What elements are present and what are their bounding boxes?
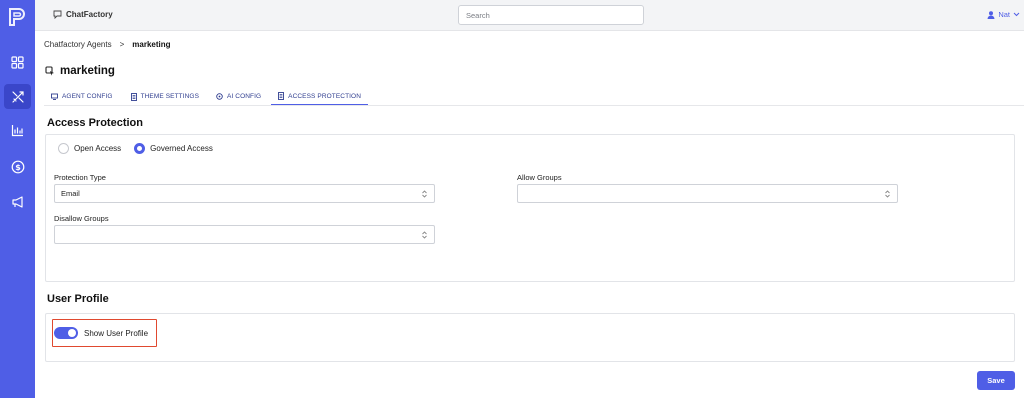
allow-groups-label: Allow Groups: [517, 173, 562, 182]
sidebar-item-analytics[interactable]: [4, 118, 31, 143]
tab-label: THEME SETTINGS: [140, 93, 200, 100]
protection-type-label: Protection Type: [54, 173, 106, 182]
open-access-radio[interactable]: [58, 143, 69, 154]
analytics-chart-icon: [11, 125, 23, 137]
tab-theme-settings[interactable]: THEME SETTINGS: [124, 88, 206, 105]
disallow-groups-select[interactable]: [54, 225, 435, 244]
tabs: AGENT CONFIG THEME SETTINGS AI CONFIG AC…: [44, 88, 369, 105]
protection-type-select[interactable]: Email: [54, 184, 435, 203]
access-protection-heading: Access Protection: [47, 117, 143, 129]
sidebar: $: [0, 0, 35, 398]
user-profile-heading: User Profile: [47, 293, 109, 305]
toggle-knob: [68, 329, 76, 337]
top-bar: ChatFactory Nat: [35, 0, 1024, 31]
show-user-profile-highlight: Show User Profile: [52, 319, 157, 347]
tab-label: AI CONFIG: [227, 93, 262, 100]
chevron-down-icon: [1013, 12, 1020, 17]
select-chevron-icon: [885, 190, 890, 198]
tab-agent-config[interactable]: AGENT CONFIG: [44, 88, 120, 105]
tabs-divider: [44, 105, 1024, 106]
allow-groups-select[interactable]: [517, 184, 898, 203]
user-profile-panel: [45, 313, 1015, 362]
sidebar-item-agents[interactable]: [4, 84, 31, 109]
breadcrumb-separator: >: [119, 40, 125, 49]
show-user-profile-toggle[interactable]: [54, 327, 78, 339]
agent-copy-icon: [45, 66, 54, 76]
show-user-profile-label: Show User Profile: [84, 328, 149, 338]
app-logo-icon[interactable]: [8, 7, 26, 27]
protection-type-value: Email: [61, 189, 80, 198]
breadcrumb-parent[interactable]: Chatfactory Agents: [44, 40, 112, 49]
access-protection-panel: Open Access Governed Access Protection T…: [45, 134, 1015, 282]
select-chevron-icon: [422, 190, 427, 198]
brand: ChatFactory: [53, 10, 113, 19]
user-icon: [987, 10, 995, 19]
megaphone-icon: [11, 195, 23, 208]
tab-label: ACCESS PROTECTION: [288, 92, 362, 100]
select-chevron-icon: [422, 231, 427, 239]
open-access-label[interactable]: Open Access: [74, 144, 121, 153]
user-menu[interactable]: Nat: [987, 10, 1020, 19]
billing-dollar-icon: $: [11, 160, 24, 173]
user-name: Nat: [998, 10, 1010, 19]
sidebar-item-billing[interactable]: $: [4, 154, 31, 179]
document-icon: [130, 92, 137, 101]
page-title: marketing: [45, 65, 115, 77]
svg-text:$: $: [15, 163, 21, 172]
page-title-text: marketing: [60, 65, 115, 77]
tab-label: AGENT CONFIG: [62, 93, 113, 100]
chat-bubble-icon: [53, 10, 62, 19]
tab-access-protection[interactable]: ACCESS PROTECTION: [271, 88, 369, 105]
sidebar-item-campaigns[interactable]: [4, 189, 31, 214]
search-input[interactable]: [458, 5, 644, 25]
monitor-icon: [51, 93, 58, 100]
document-icon: [278, 92, 285, 100]
breadcrumb: Chatfactory Agents > marketing: [44, 40, 171, 49]
agents-tools-icon: [11, 90, 24, 103]
governed-access-label[interactable]: Governed Access: [150, 144, 213, 153]
dashboard-grid-icon: [11, 56, 24, 69]
save-button[interactable]: Save: [977, 371, 1015, 390]
tab-ai-config[interactable]: AI CONFIG: [209, 88, 268, 105]
governed-access-radio[interactable]: [134, 143, 146, 154]
brand-name: ChatFactory: [66, 10, 113, 19]
sidebar-item-dashboard[interactable]: [4, 50, 31, 75]
disallow-groups-label: Disallow Groups: [54, 214, 109, 223]
ai-config-icon: [216, 93, 223, 100]
access-mode-radio-group: Open Access Governed Access: [58, 143, 213, 154]
breadcrumb-current: marketing: [132, 40, 171, 49]
